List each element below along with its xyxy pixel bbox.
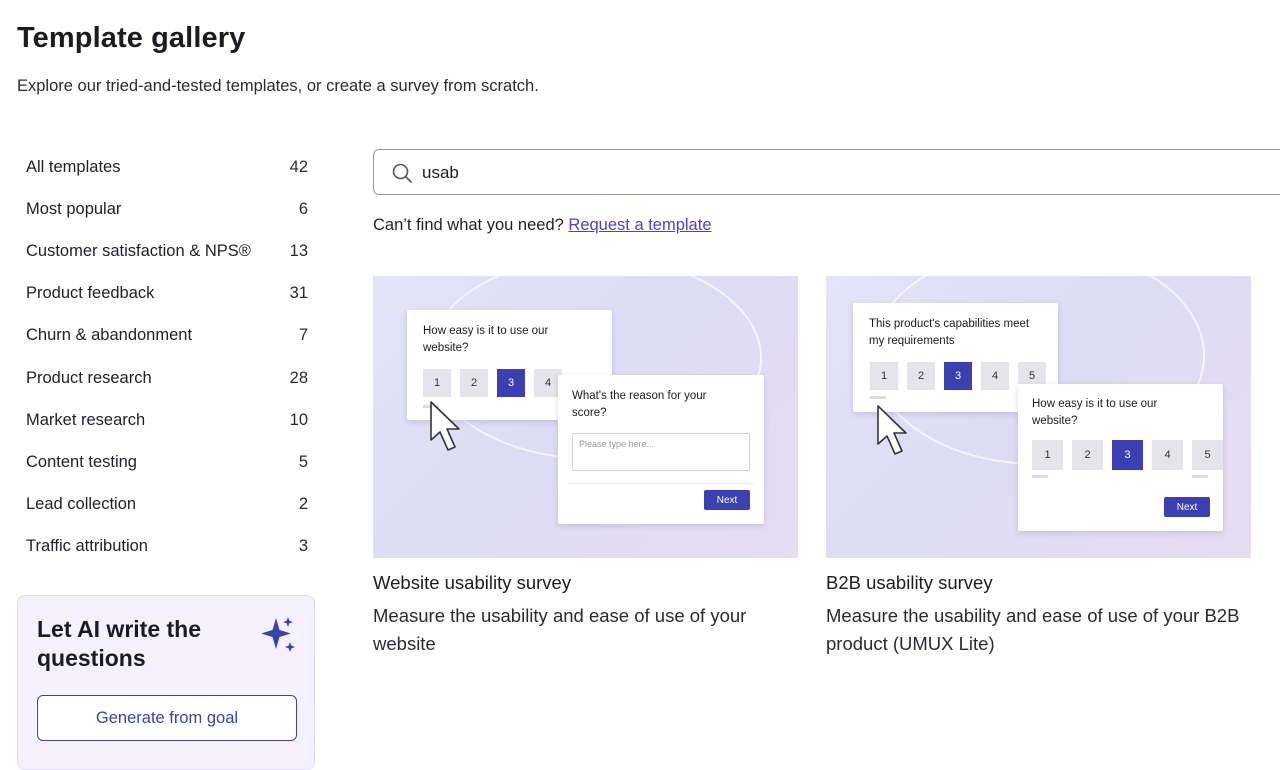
category-count: 10 bbox=[289, 410, 308, 429]
sparkle-icon bbox=[261, 617, 295, 652]
category-sidebar: All templates 42 Most popular 6 Customer… bbox=[17, 146, 317, 568]
scale-option: 1 bbox=[1032, 440, 1063, 470]
template-title: B2B usability survey bbox=[826, 572, 993, 593]
preview-scale: 1 2 3 4 5 bbox=[1032, 440, 1223, 470]
preview-followup-panel: What's the reason for your score? Please… bbox=[558, 375, 764, 524]
search-field[interactable] bbox=[373, 149, 1280, 196]
category-label: Churn & abandonment bbox=[26, 326, 193, 345]
category-count: 31 bbox=[289, 284, 308, 303]
page-subtitle: Explore our tried-and-tested templates, … bbox=[17, 77, 539, 95]
scale-option: 2 bbox=[460, 369, 488, 397]
cursor-icon bbox=[877, 405, 907, 455]
preview-next-button: Next bbox=[1164, 497, 1210, 517]
divider bbox=[568, 483, 754, 484]
category-market-research[interactable]: Market research 10 bbox=[17, 399, 317, 441]
search-icon bbox=[392, 163, 412, 183]
scale-option: 5 bbox=[1192, 440, 1223, 470]
scale-option: 4 bbox=[1152, 440, 1183, 470]
preview-followup-panel: How easy is it to use our website? 1 2 3… bbox=[1018, 384, 1223, 531]
category-lead-collection[interactable]: Lead collection 2 bbox=[17, 484, 317, 526]
page-title: Template gallery bbox=[17, 22, 246, 54]
scale-option: 1 bbox=[423, 369, 451, 397]
category-count: 2 bbox=[298, 495, 308, 514]
scale-option: 2 bbox=[907, 362, 935, 390]
generate-from-goal-button[interactable]: Generate from goal bbox=[37, 695, 297, 741]
category-label: Product feedback bbox=[26, 284, 155, 303]
category-label: All templates bbox=[26, 157, 121, 176]
preview-question: What's the reason for your score? bbox=[572, 390, 707, 419]
category-count: 5 bbox=[298, 452, 308, 471]
preview-scale: 1 2 3 4 bbox=[423, 369, 562, 397]
category-product-research[interactable]: Product research 28 bbox=[17, 357, 317, 399]
template-preview: This product's capabilities meet my requ… bbox=[826, 276, 1251, 558]
template-preview: How easy is it to use our website? 1 2 3… bbox=[373, 276, 798, 558]
ai-promo-card: Let AI write the questions Generate from… bbox=[17, 595, 315, 770]
category-customer-satisfaction[interactable]: Customer satisfaction & NPS® 13 bbox=[17, 230, 317, 272]
category-count: 13 bbox=[289, 241, 308, 260]
ai-card-title: Let AI write the questions bbox=[37, 616, 201, 671]
template-description: Measure the usability and ease of use of… bbox=[826, 605, 1240, 654]
template-card-b2b-usability[interactable]: This product's capabilities meet my requ… bbox=[826, 276, 1251, 658]
category-label: Traffic attribution bbox=[26, 537, 148, 556]
template-description: Measure the usability and ease of use of… bbox=[373, 605, 747, 654]
template-card-website-usability[interactable]: How easy is it to use our website? 1 2 3… bbox=[373, 276, 798, 658]
preview-textarea: Please type here... bbox=[572, 433, 750, 471]
category-count: 42 bbox=[289, 157, 308, 176]
category-content-testing[interactable]: Content testing 5 bbox=[17, 441, 317, 483]
category-label: Most popular bbox=[26, 199, 122, 218]
request-template-link[interactable]: Request a template bbox=[568, 216, 711, 234]
scale-option: 1 bbox=[870, 362, 898, 390]
scale-label-line bbox=[870, 396, 886, 399]
category-count: 7 bbox=[298, 326, 308, 345]
category-all-templates[interactable]: All templates 42 bbox=[17, 146, 317, 188]
scale-label-line bbox=[1192, 475, 1208, 478]
scale-option: 4 bbox=[981, 362, 1009, 390]
scale-option-selected: 3 bbox=[944, 362, 972, 390]
category-count: 28 bbox=[289, 368, 308, 387]
category-traffic-attribution[interactable]: Traffic attribution 3 bbox=[17, 526, 317, 568]
cursor-icon bbox=[430, 401, 460, 451]
help-text: Can’t find what you need? bbox=[373, 216, 564, 234]
category-label: Content testing bbox=[26, 452, 137, 471]
category-label: Customer satisfaction & NPS® bbox=[26, 241, 251, 260]
search-input[interactable] bbox=[420, 150, 1124, 196]
category-label: Lead collection bbox=[26, 495, 137, 514]
category-churn-abandonment[interactable]: Churn & abandonment 7 bbox=[17, 315, 317, 357]
template-title: Website usability survey bbox=[373, 572, 572, 593]
preview-question: How easy is it to use our website? bbox=[1032, 398, 1158, 427]
preview-question: How easy is it to use our website? bbox=[423, 325, 549, 354]
preview-question: This product's capabilities meet my requ… bbox=[869, 318, 1030, 347]
scale-option-selected: 3 bbox=[1112, 440, 1143, 470]
category-count: 6 bbox=[298, 199, 308, 218]
scale-option: 2 bbox=[1072, 440, 1103, 470]
preview-next-button: Next bbox=[704, 490, 750, 510]
scale-option-selected: 3 bbox=[497, 369, 525, 397]
category-product-feedback[interactable]: Product feedback 31 bbox=[17, 273, 317, 315]
category-label: Product research bbox=[26, 368, 152, 387]
category-most-popular[interactable]: Most popular 6 bbox=[17, 188, 317, 230]
scale-label-line bbox=[1032, 475, 1048, 478]
request-template-line: Can’t find what you need? Request a temp… bbox=[373, 216, 712, 235]
category-count: 3 bbox=[298, 537, 308, 556]
category-label: Market research bbox=[26, 410, 146, 429]
